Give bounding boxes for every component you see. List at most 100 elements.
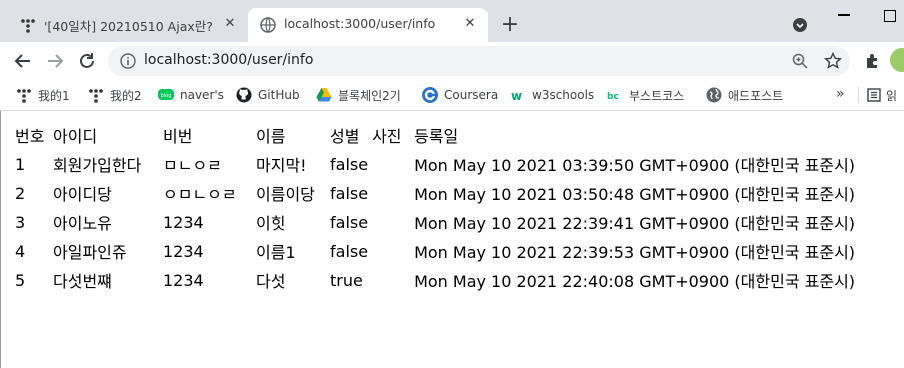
cell-gender: false	[330, 241, 369, 261]
table-row: 5 다섯번쨰 1234 다섯 true Mon May 10 2021 22:4…	[13, 266, 857, 295]
cell-id: 아일파인쥬	[53, 243, 127, 262]
bookmark-item[interactable]: 我的1	[16, 85, 70, 105]
bookmark-item[interactable]: bc 부스트코스	[607, 85, 684, 105]
bookmark-label: 애드포스트	[728, 88, 784, 103]
svg-text:blog: blog	[161, 93, 172, 99]
back-icon[interactable]	[12, 50, 34, 72]
bookmark-label: 我的1	[38, 88, 70, 103]
cell-id: 아이디당	[53, 185, 112, 204]
minimize-button[interactable]	[838, 14, 850, 16]
cell-date: Mon May 10 2021 22:39:41 GMT+0900 (대한민국 …	[414, 214, 856, 233]
bookmark-star-icon[interactable]	[824, 52, 842, 70]
url-text: localhost:3000/user/info	[144, 52, 314, 68]
cell-name: 마지막!	[256, 156, 307, 175]
table-header-row: 번호 아이디 비번 이름 성별 사진 등록일	[13, 121, 857, 150]
cell-password: 1234	[163, 241, 204, 261]
column-header-photo: 사진	[372, 127, 402, 146]
column-header-password: 비번	[163, 127, 193, 146]
tab-title: localhost:3000/user/info	[284, 16, 436, 31]
w3schools-icon: w	[511, 89, 522, 103]
table-row: 3 아이노유 1234 이힛 false Mon May 10 2021 22:…	[13, 208, 857, 237]
cell-date: Mon May 10 2021 22:40:08 GMT+0900 (대한민국 …	[414, 272, 856, 291]
tab-ajax-post[interactable]: '[40일차] 20210510 Ajax란? serv ✕	[8, 8, 248, 42]
cell-photo	[370, 150, 412, 179]
cell-date: Mon May 10 2021 22:39:53 GMT+0900 (대한민국 …	[414, 243, 856, 262]
bookmark-item[interactable]: w w3schools	[510, 85, 594, 105]
cell-date: Mon May 10 2021 03:50:48 GMT+0900 (대한민국 …	[414, 185, 856, 204]
bookmark-item[interactable]: 我的2	[88, 85, 142, 105]
naver-blog-icon: blog	[158, 89, 174, 100]
cell-number: 1	[15, 154, 26, 174]
tab-close-icon[interactable]: ✕	[462, 16, 478, 32]
cell-password: ㅁㄴㅇㄹ	[163, 156, 222, 175]
tistory-icon	[17, 89, 31, 103]
bookmark-item[interactable]: blog naver's	[158, 85, 224, 105]
page-content: 번호 아이디 비번 이름 성별 사진 등록일 1 회원가입한다 ㅁㄴㅇㄹ 마지막…	[0, 111, 904, 368]
bookmark-label: w3schools	[532, 88, 595, 102]
cell-password: 1234	[163, 270, 204, 290]
coursera-icon	[422, 87, 438, 103]
cell-id: 아이노유	[53, 214, 112, 233]
cell-id: 회원가입한다	[53, 156, 142, 175]
cell-name: 이힛	[256, 214, 286, 233]
svg-text:w: w	[511, 89, 522, 103]
bookmark-label: 我的2	[110, 88, 142, 103]
bookmark-item[interactable]: GitHub	[236, 85, 300, 105]
bookmarks-more-button[interactable]: »	[836, 86, 845, 102]
tab-close-icon[interactable]: ✕	[222, 16, 238, 32]
table-row: 2 아이디당 ㅇㅁㄴㅇㄹ 이름이당 false Mon May 10 2021 …	[13, 179, 857, 208]
tab-title: '[40일차] 20210510 Ajax란? serv	[44, 19, 214, 34]
tab-user-info[interactable]: localhost:3000/user/info ✕	[248, 8, 488, 42]
cell-gender: false	[330, 154, 369, 174]
bookmark-item[interactable]: 애드포스트	[706, 85, 783, 105]
tab-strip: '[40일차] 20210510 Ajax란? serv ✕ localhost…	[0, 0, 904, 42]
cell-number: 5	[15, 270, 26, 290]
cell-photo	[370, 208, 412, 237]
bookmarks-separator	[858, 87, 859, 103]
reading-list-icon	[867, 88, 881, 102]
address-bar[interactable]: localhost:3000/user/info	[108, 46, 850, 76]
reading-list-button[interactable]: 읽	[866, 85, 897, 105]
boostcourse-icon: bc	[607, 92, 619, 102]
reading-list-label: 읽	[886, 88, 898, 103]
cell-number: 3	[15, 212, 26, 232]
new-tab-button[interactable]: +	[498, 14, 522, 38]
extensions-icon[interactable]	[864, 52, 882, 70]
tistory-icon	[21, 19, 35, 33]
reload-icon[interactable]	[76, 50, 98, 72]
globe-icon	[260, 17, 276, 33]
table-row: 4 아일파인쥬 1234 이름1 false Mon May 10 2021 2…	[13, 237, 857, 266]
cell-number: 4	[15, 241, 26, 261]
bookmark-label: Coursera	[444, 88, 499, 102]
cell-photo	[370, 266, 412, 295]
column-header-date: 등록일	[414, 127, 459, 146]
bookmark-item[interactable]: 블록체인2기	[316, 85, 401, 105]
bookmark-label: 블록체인2기	[338, 88, 401, 103]
cell-password: 1234	[163, 212, 204, 232]
bookmark-label: GitHub	[258, 88, 300, 102]
user-info-table: 번호 아이디 비번 이름 성별 사진 등록일 1 회원가입한다 ㅁㄴㅇㄹ 마지막…	[13, 121, 857, 295]
globe-icon	[706, 87, 722, 103]
cell-password: ㅇㅁㄴㅇㄹ	[163, 185, 237, 204]
column-header-number: 번호	[15, 127, 45, 146]
cell-number: 2	[15, 183, 26, 203]
svg-text:bc: bc	[607, 92, 619, 102]
cell-gender: false	[330, 212, 369, 232]
cell-photo	[370, 179, 412, 208]
cell-name: 이름1	[256, 243, 296, 262]
cell-date: Mon May 10 2021 03:39:50 GMT+0900 (대한민국 …	[414, 156, 856, 175]
bookmarks-bar: 我的1 我的2 blog naver's GitHub 블록체인2기 Cours…	[0, 80, 904, 111]
github-icon	[236, 87, 252, 103]
column-header-id: 아이디	[53, 127, 98, 146]
tab-search-icon[interactable]	[792, 17, 808, 33]
cell-name: 다섯	[256, 272, 286, 291]
maximize-button[interactable]	[884, 10, 896, 22]
column-header-gender: 성별	[330, 127, 360, 146]
zoom-icon[interactable]	[792, 53, 808, 69]
cell-id: 다섯번쨰	[53, 272, 112, 291]
bookmark-item[interactable]: Coursera	[422, 85, 498, 105]
site-info-icon[interactable]	[120, 53, 136, 69]
cell-name: 이름이당	[256, 185, 315, 204]
column-header-name: 이름	[256, 127, 286, 146]
forward-icon[interactable]	[44, 50, 66, 72]
